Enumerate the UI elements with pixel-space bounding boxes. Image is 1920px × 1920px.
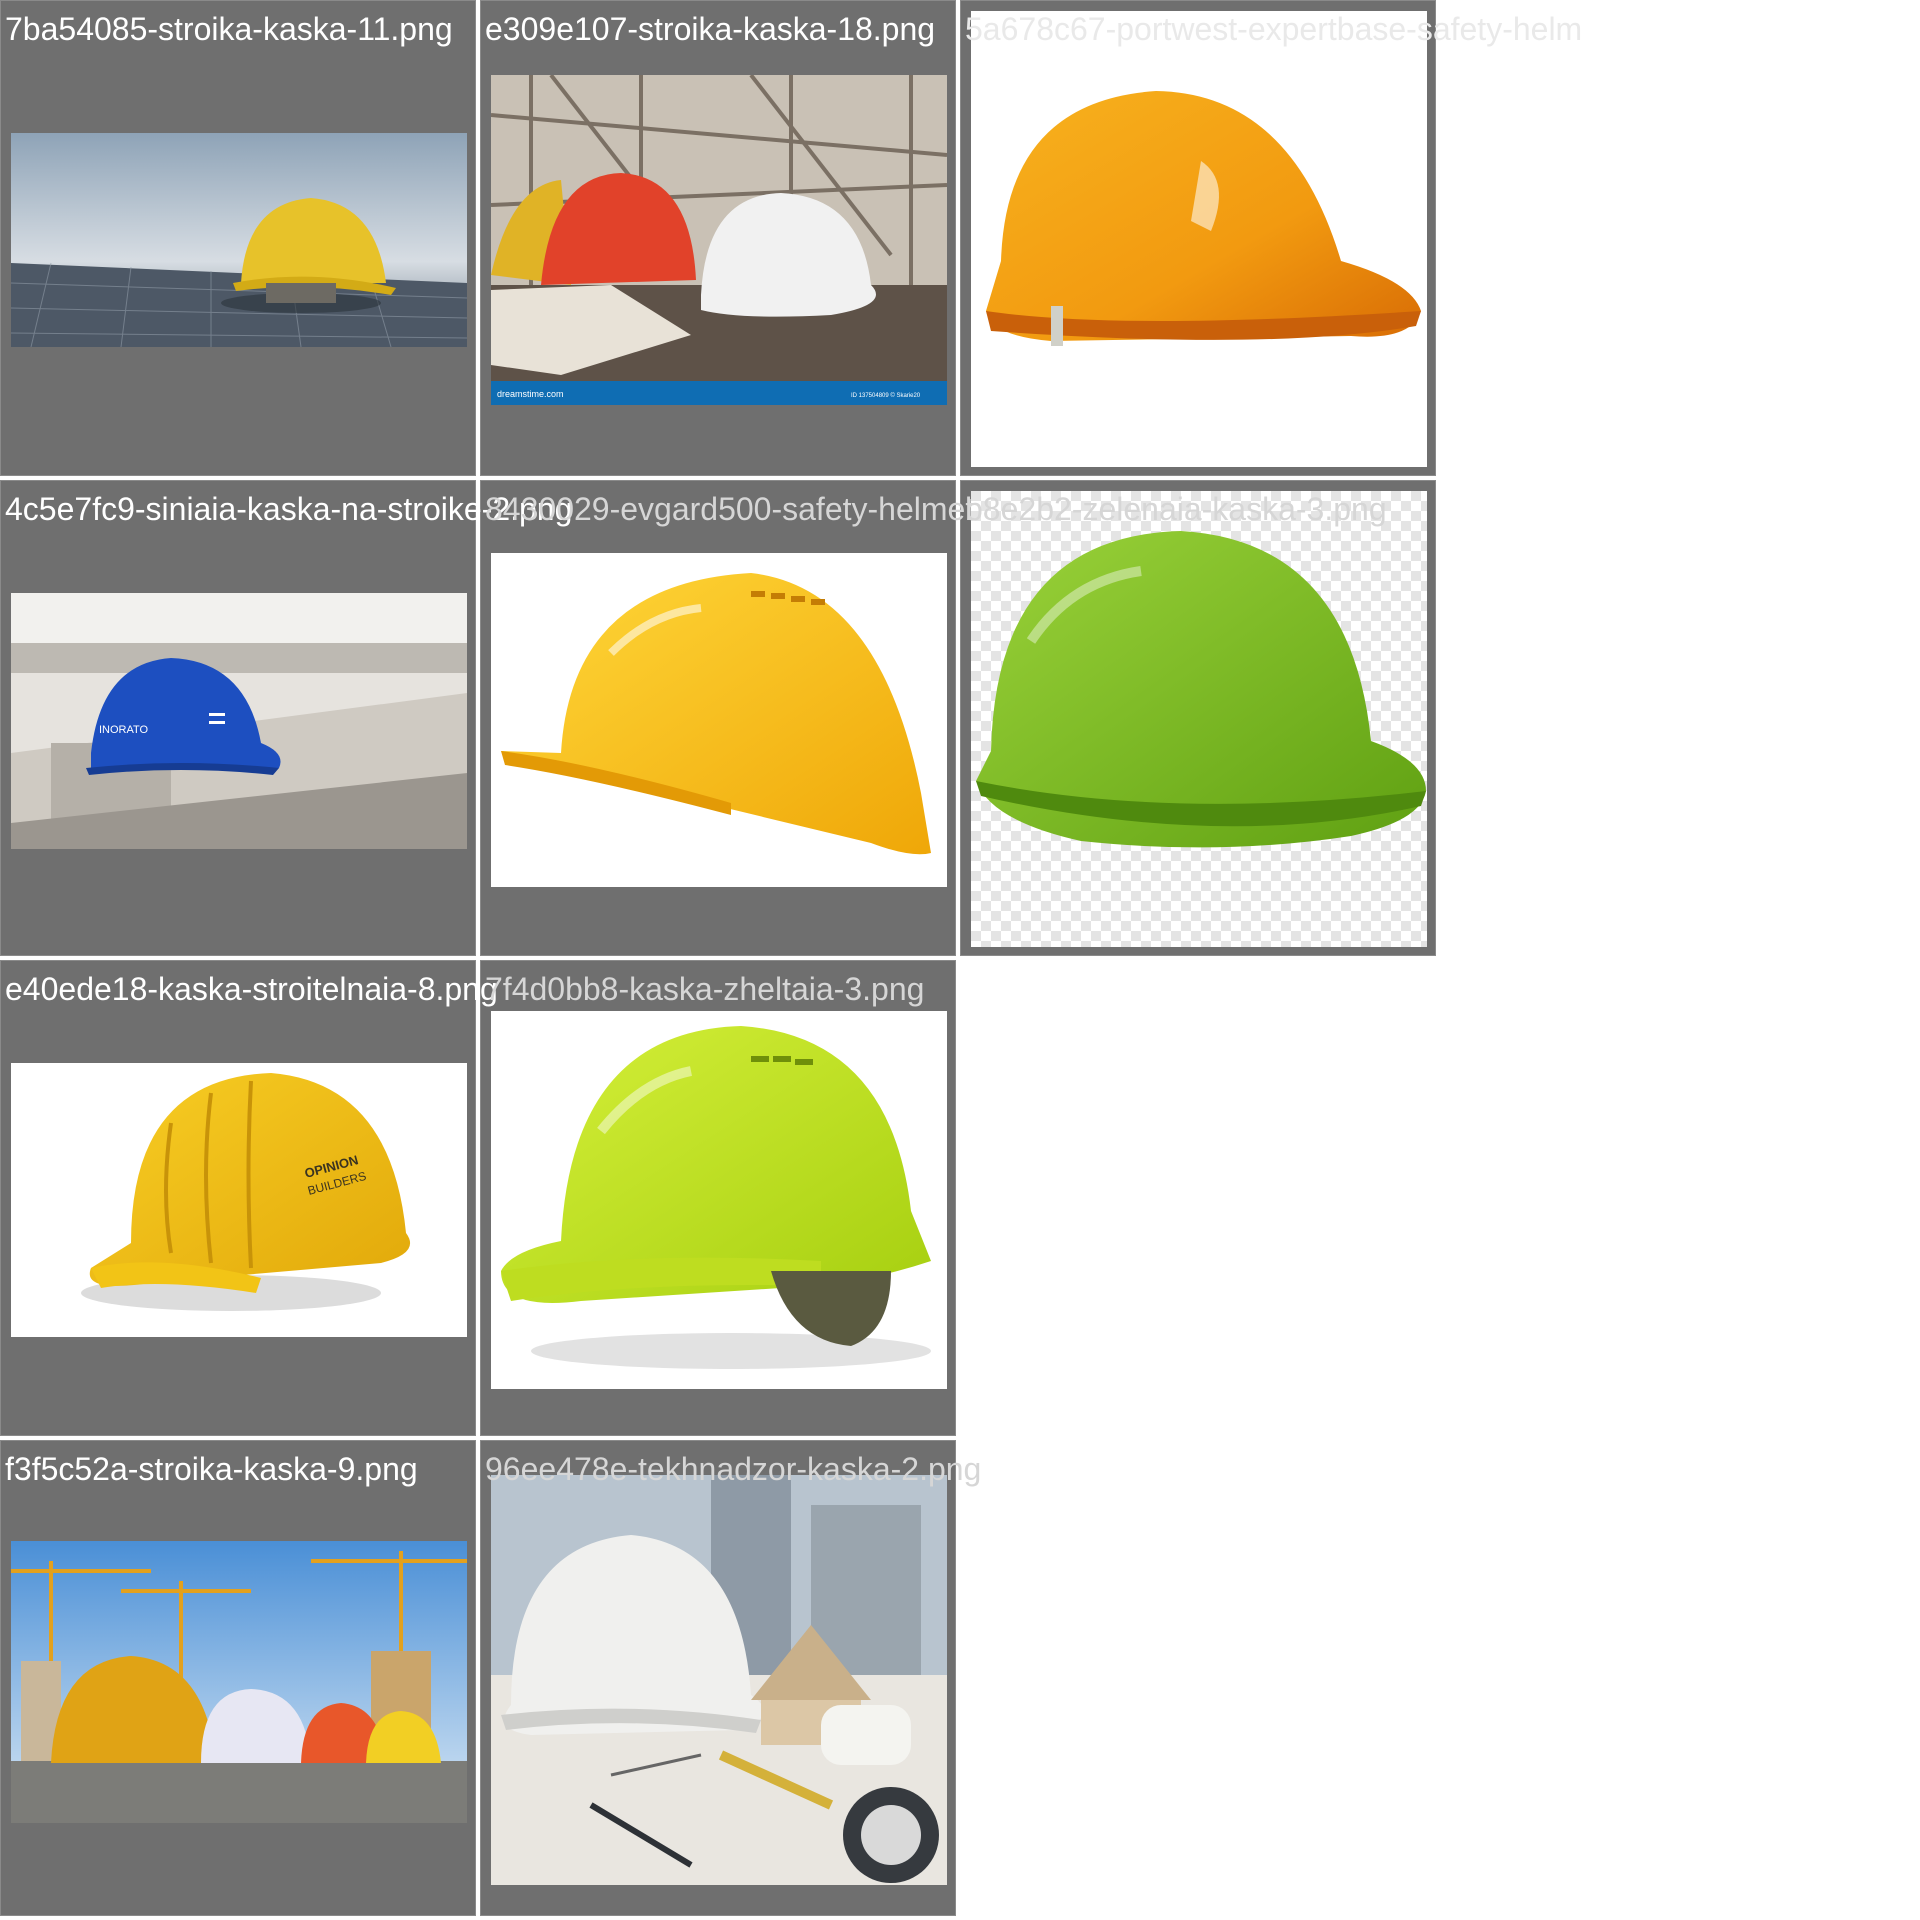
image-tile[interactable]: INORATO 4c5e7fc9-siniaia-kaska-na-stroik… [0,480,572,956]
yellow-vented-helmet-thumbnail[interactable] [491,553,947,887]
image-tile[interactable]: dreamstime.com ID 137504809 © Skarie20 e… [480,0,956,476]
image-tile[interactable]: f3f5c52a-stroika-kaska-9.png [0,1440,476,1916]
lime-helmet-thumbnail[interactable] [491,1011,947,1389]
filename-label: e309e107-stroika-kaska-18.png [485,11,936,47]
image-tile[interactable]: 5a678c67-portwest-expertbase-safety-helm [960,0,1582,476]
image-tile[interactable]: 7f4d0bb8-kaska-zheltaia-3.png [480,960,956,1436]
blue-helmet-thumbnail[interactable]: INORATO [11,593,467,849]
filename-label: e40ede18-kaska-stroitelnaia-8.png [5,971,498,1007]
image-grid: 7ba54085-stroika-kaska-11.png dreamstime… [0,0,1920,1920]
image-tile[interactable]: 96ee478e-tekhnadzor-kaska-2.png [480,1440,981,1916]
watermark-id-text: ID 137504809 © Skarie20 [851,392,921,399]
filename-label: f3f5c52a-stroika-kaska-9.png [5,1451,418,1487]
filename-label: 7f4d0bb8-kaska-zheltaia-3.png [485,971,925,1007]
green-helmet-thumbnail[interactable] [971,491,1427,947]
watermark-text: dreamstime.com [497,389,564,399]
helmet-solar-panel-thumbnail[interactable] [11,133,467,347]
filename-label: 7ba54085-stroika-kaska-11.png [5,11,453,47]
white-helmet-desk-thumbnail[interactable] [491,1475,947,1885]
image-tile[interactable]: OPINION BUILDERS e40ede18-kaska-stroitel… [0,960,498,1436]
filename-label: b8e2b2-zelenaia-kaska-3.png [965,491,1387,527]
filename-label: 8430029-evgard500-safety-helmet [485,491,975,527]
orange-helmet-thumbnail[interactable] [971,11,1427,467]
filename-label: 5a678c67-portwest-expertbase-safety-helm [965,11,1583,47]
image-tile[interactable]: 8430029-evgard500-safety-helmet [480,480,974,956]
yellow-branded-helmet-thumbnail[interactable]: OPINION BUILDERS [11,1063,467,1337]
helmet-logo-text: INORATO [99,724,149,736]
image-tile[interactable]: b8e2b2-zelenaia-kaska-3.png [960,480,1436,956]
image-tile[interactable]: 7ba54085-stroika-kaska-11.png [0,0,476,476]
filename-label: 96ee478e-tekhnadzor-kaska-2.png [485,1451,982,1487]
helmets-cranes-thumbnail[interactable] [11,1541,467,1823]
three-helmets-thumbnail[interactable]: dreamstime.com ID 137504809 © Skarie20 [491,75,947,405]
